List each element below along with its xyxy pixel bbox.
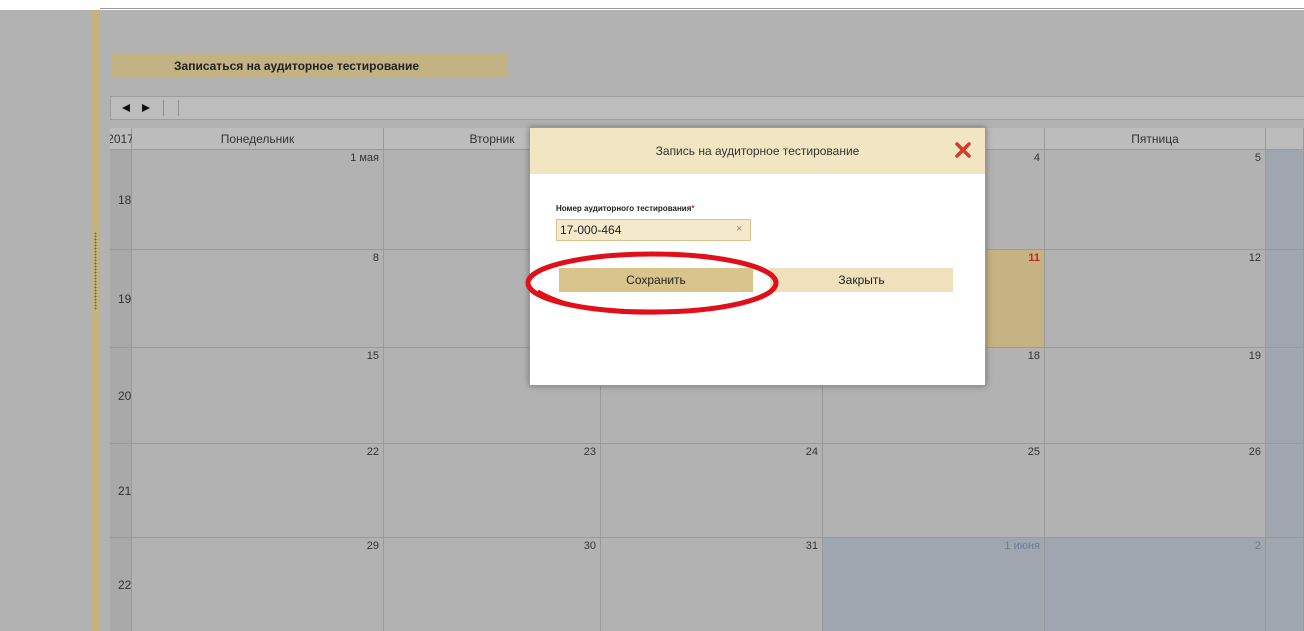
dialog-title: Запись на аудиторное тестирование [655,144,860,158]
triangle-left-icon [122,104,130,112]
section-title: Записаться на аудиторное тестирование [112,54,508,78]
day-number: 29 [366,540,379,552]
test-number-label: Номер аудиторного тестирования* [556,204,695,213]
day-header [1266,128,1304,150]
booking-dialog: Запись на аудиторное тестирование Номер … [529,127,986,386]
year-header: 2017 [110,128,134,150]
calendar-toolbar [110,96,1304,120]
day-number: 11 [1028,252,1040,264]
day-number: 19 [1248,350,1261,362]
day-number: 12 [1248,252,1261,264]
day-cell[interactable]: 1 июня [823,538,1045,631]
day-cell[interactable] [1266,538,1304,631]
day-cell[interactable]: 25 [823,444,1045,538]
day-cell[interactable]: 5 [1045,150,1266,250]
day-cell[interactable]: 30 [384,538,601,631]
day-number: 1 мая [350,152,379,164]
dialog-header: Запись на аудиторное тестирование [530,128,985,174]
splitter-grip-icon[interactable] [94,232,97,310]
day-cell[interactable]: 2 [1045,538,1266,631]
save-button[interactable]: Сохранить [559,268,753,292]
day-number: 4 [1033,152,1040,164]
day-cell[interactable]: 29 [132,538,384,631]
required-marker: * [691,204,695,213]
day-number: 26 [1248,446,1261,458]
day-header: Понедельник [132,128,384,150]
day-cell[interactable]: 1 мая [132,150,384,250]
toolbar-separator [163,100,164,116]
day-number: 24 [805,446,818,458]
day-cell[interactable]: 31 [601,538,823,631]
close-button[interactable]: Закрыть [770,268,953,292]
day-cell[interactable]: 22 [132,444,384,538]
day-number: 1 июня [1004,540,1040,552]
prev-week-button[interactable] [119,101,133,115]
test-number-label-text: Номер аудиторного тестирования [556,204,692,213]
day-cell[interactable]: 23 [384,444,601,538]
week-number: 20 [110,348,132,444]
day-number: 30 [583,540,596,552]
day-number: 23 [583,446,596,458]
week-number: 22 [110,538,132,631]
day-number: 2 [1254,540,1261,552]
clear-input-icon[interactable]: × [736,223,742,235]
day-cell[interactable]: 8 [132,250,384,348]
day-cell[interactable] [1266,150,1304,250]
week-number: 19 [110,250,132,348]
day-number: 15 [366,350,379,362]
day-number: 22 [366,446,379,458]
test-number-input[interactable] [556,219,751,241]
day-cell[interactable]: 12 [1045,250,1266,348]
day-cell[interactable]: 24 [601,444,823,538]
splitter-bar[interactable] [92,10,99,631]
left-gutter [0,10,92,631]
top-divider [100,8,1304,9]
day-cell[interactable]: 26 [1045,444,1266,538]
day-cell[interactable]: 15 [132,348,384,444]
week-number: 18 [110,150,132,250]
day-cell[interactable] [1266,348,1304,444]
toolbar-separator [178,100,179,116]
day-cell[interactable]: 19 [1045,348,1266,444]
day-number: 18 [1027,350,1040,362]
day-cell[interactable] [1266,250,1304,348]
day-number: 31 [805,540,818,552]
day-number: 5 [1254,152,1261,164]
close-x-icon[interactable] [955,142,971,158]
day-number: 8 [372,252,379,264]
day-number: 25 [1027,446,1040,458]
next-week-button[interactable] [139,101,153,115]
day-cell[interactable] [1266,444,1304,538]
triangle-right-icon [142,104,150,112]
day-header: Пятница [1045,128,1266,150]
week-number: 21 [110,444,132,538]
